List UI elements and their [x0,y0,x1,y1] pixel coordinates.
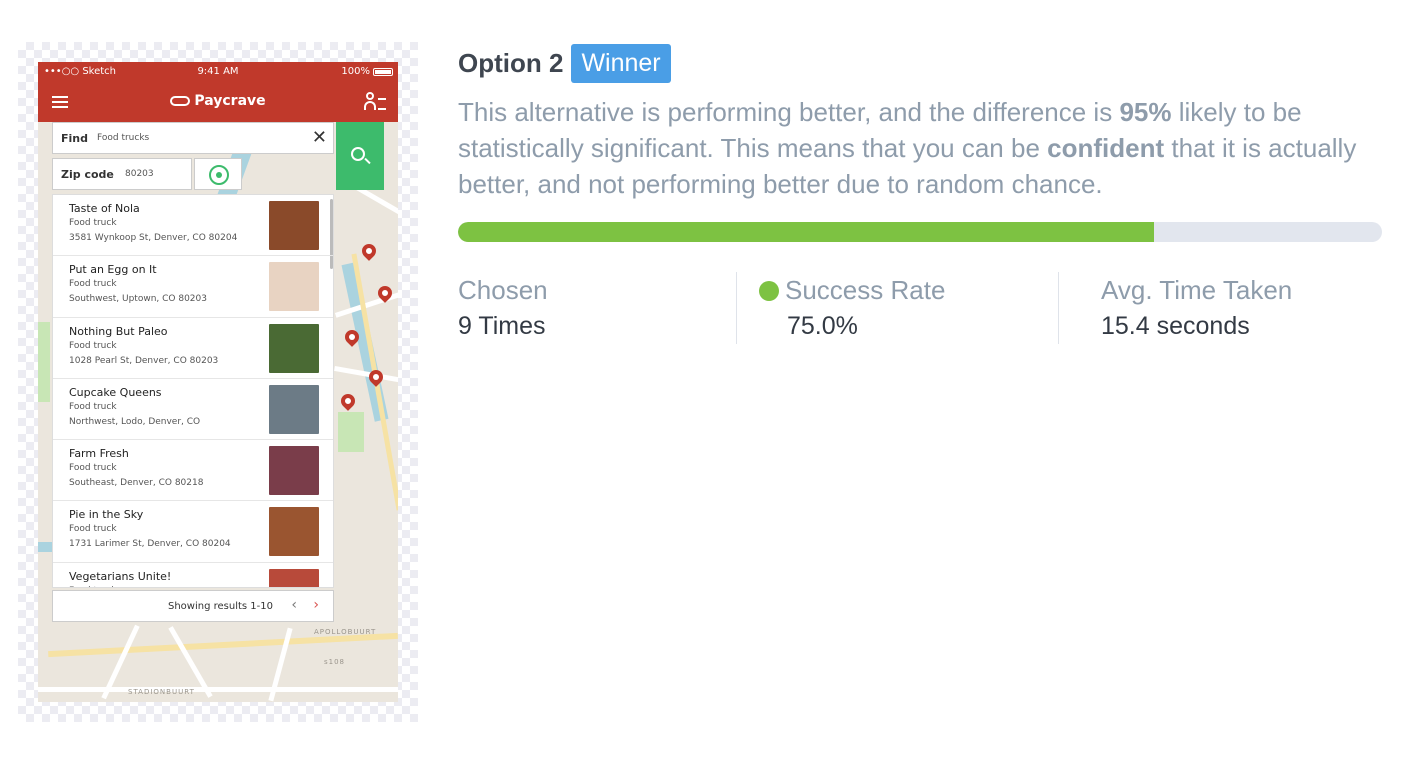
result-name: Taste of Nola [69,202,140,215]
stat-time-value: 15.4 seconds [1101,312,1250,340]
mockup-brand-name: Paycrave [194,93,266,109]
map-label-road-number: s108 [324,658,346,666]
stat-success-rate: Success Rate 75.0% [736,272,1058,344]
list-item[interactable]: Farm Fresh Food truck Southeast, Denver, C… [53,440,333,502]
pager-text: Showing results 1-10 [168,601,273,612]
result-type: Food truck [69,463,117,474]
map-label-stadionbuurt: STADIONBUURT [128,688,195,696]
mockup-pager: Showing results 1-10 ‹ › [52,590,334,622]
result-name: Farm Fresh [69,447,129,461]
result-photo [269,568,319,587]
description-text: This alternative is performing better, a… [458,97,1120,127]
mockup-status-bar: •••○○ Sketch 9:41 AM 100% [38,62,398,82]
map-pin-icon[interactable] [359,241,379,261]
winner-badge: Winner [571,43,671,83]
result-photo [269,507,319,557]
map-label-apollobuurt: APOLLOBUURT [314,628,377,636]
clear-icon[interactable]: ✕ [312,127,327,148]
find-label: Find [61,132,88,145]
chevron-right-icon[interactable]: › [313,597,319,613]
stat-chosen-value: 9 Times [458,312,546,340]
list-item[interactable]: Put an Egg on It Food truck Southwest, Upt… [53,256,333,318]
result-name: Cupcake Queens [69,385,162,399]
stat-success-value: 75.0% [787,312,858,340]
description-confidence: confident [1047,133,1165,163]
stat-chosen: Chosen 9 Times [458,272,736,344]
success-progress-bar [458,222,1382,242]
result-type: Food truck [69,524,117,535]
list-item[interactable]: Cupcake Queens Food truck Northwest, Lodo,… [53,379,333,441]
result-type: Food truck [69,340,117,351]
search-icon [351,147,365,161]
result-address: 1731 Larimer St, Denver, CO 80204 [69,539,231,550]
result-photo [269,384,319,434]
option-header: Option 2 Winner [458,42,671,84]
list-item[interactable]: Pie in the Sky Food truck 1731 Larimer St,… [53,501,333,563]
mockup-app-header: Paycrave [38,82,398,122]
mockup-brand: Paycrave [38,93,398,109]
map-pin-icon[interactable] [338,391,358,411]
result-name: Nothing But Paleo [69,324,168,338]
option-title: Option 2 [458,47,564,78]
stat-chosen-label: Chosen [458,275,548,305]
cloud-logo-icon [170,96,191,106]
battery-icon [373,68,393,76]
find-value: Food trucks [97,133,150,143]
option-description: This alternative is performing better, a… [458,94,1398,202]
status-dot-icon [759,281,779,301]
result-address: 3581 Wynkoop St, Denver, CO 80204 [69,233,238,243]
mockup-battery-percent: 100% [341,66,370,77]
zip-label: Zip code [61,168,114,181]
stat-time-label: Avg. Time Taken [1101,275,1293,305]
result-type: Food truck [69,218,117,228]
stat-avg-time: Avg. Time Taken 15.4 seconds [1058,272,1398,344]
mockup-search-button[interactable] [336,122,384,190]
user-list-icon [364,92,386,112]
result-address: 1028 Pearl St, Denver, CO 80203 [69,355,219,366]
result-address: Northwest, Lodo, Denver, CO [69,416,201,427]
mockup-results-list: Taste of Nola Food truck 3581 Wynkoop St, … [52,194,334,588]
result-type: Food truck [69,401,117,412]
mockup-phone-screen[interactable]: •••○○ Sketch 9:41 AM 100% Paycrave APOLL… [38,62,398,702]
result-name: Vegetarians Unite! [69,569,172,583]
result-photo [269,323,319,373]
result-type: Food truck [69,586,117,587]
stat-success-label: Success Rate [785,275,946,305]
list-item[interactable]: Nothing But Paleo Food truck 1028 Pearl St… [53,318,333,379]
zip-value: 80203 [125,169,154,179]
result-photo [269,201,319,250]
mockup-zip-field[interactable]: Zip code 80203 [52,158,192,190]
result-name: Pie in the Sky [69,508,144,522]
result-type: Food truck [69,279,117,290]
stat-success-label-row: Success Rate [759,272,1058,308]
description-significance: 95% [1119,97,1172,127]
result-photo [269,262,319,312]
result-photo [269,446,319,496]
result-name: Put an Egg on It [69,263,157,277]
chevron-left-icon[interactable]: ‹ [291,597,297,613]
result-address: Southeast, Denver, CO 80218 [69,478,204,489]
list-item[interactable]: Vegetarians Unite! Food truck [53,563,333,587]
list-item[interactable]: Taste of Nola Food truck 3581 Wynkoop St, … [53,195,333,257]
success-progress-fill [458,222,1154,242]
result-address: Southwest, Uptown, CO 80203 [69,294,207,305]
locate-button[interactable] [194,158,242,190]
mockup-find-field[interactable]: Find Food trucks ✕ [52,122,334,154]
